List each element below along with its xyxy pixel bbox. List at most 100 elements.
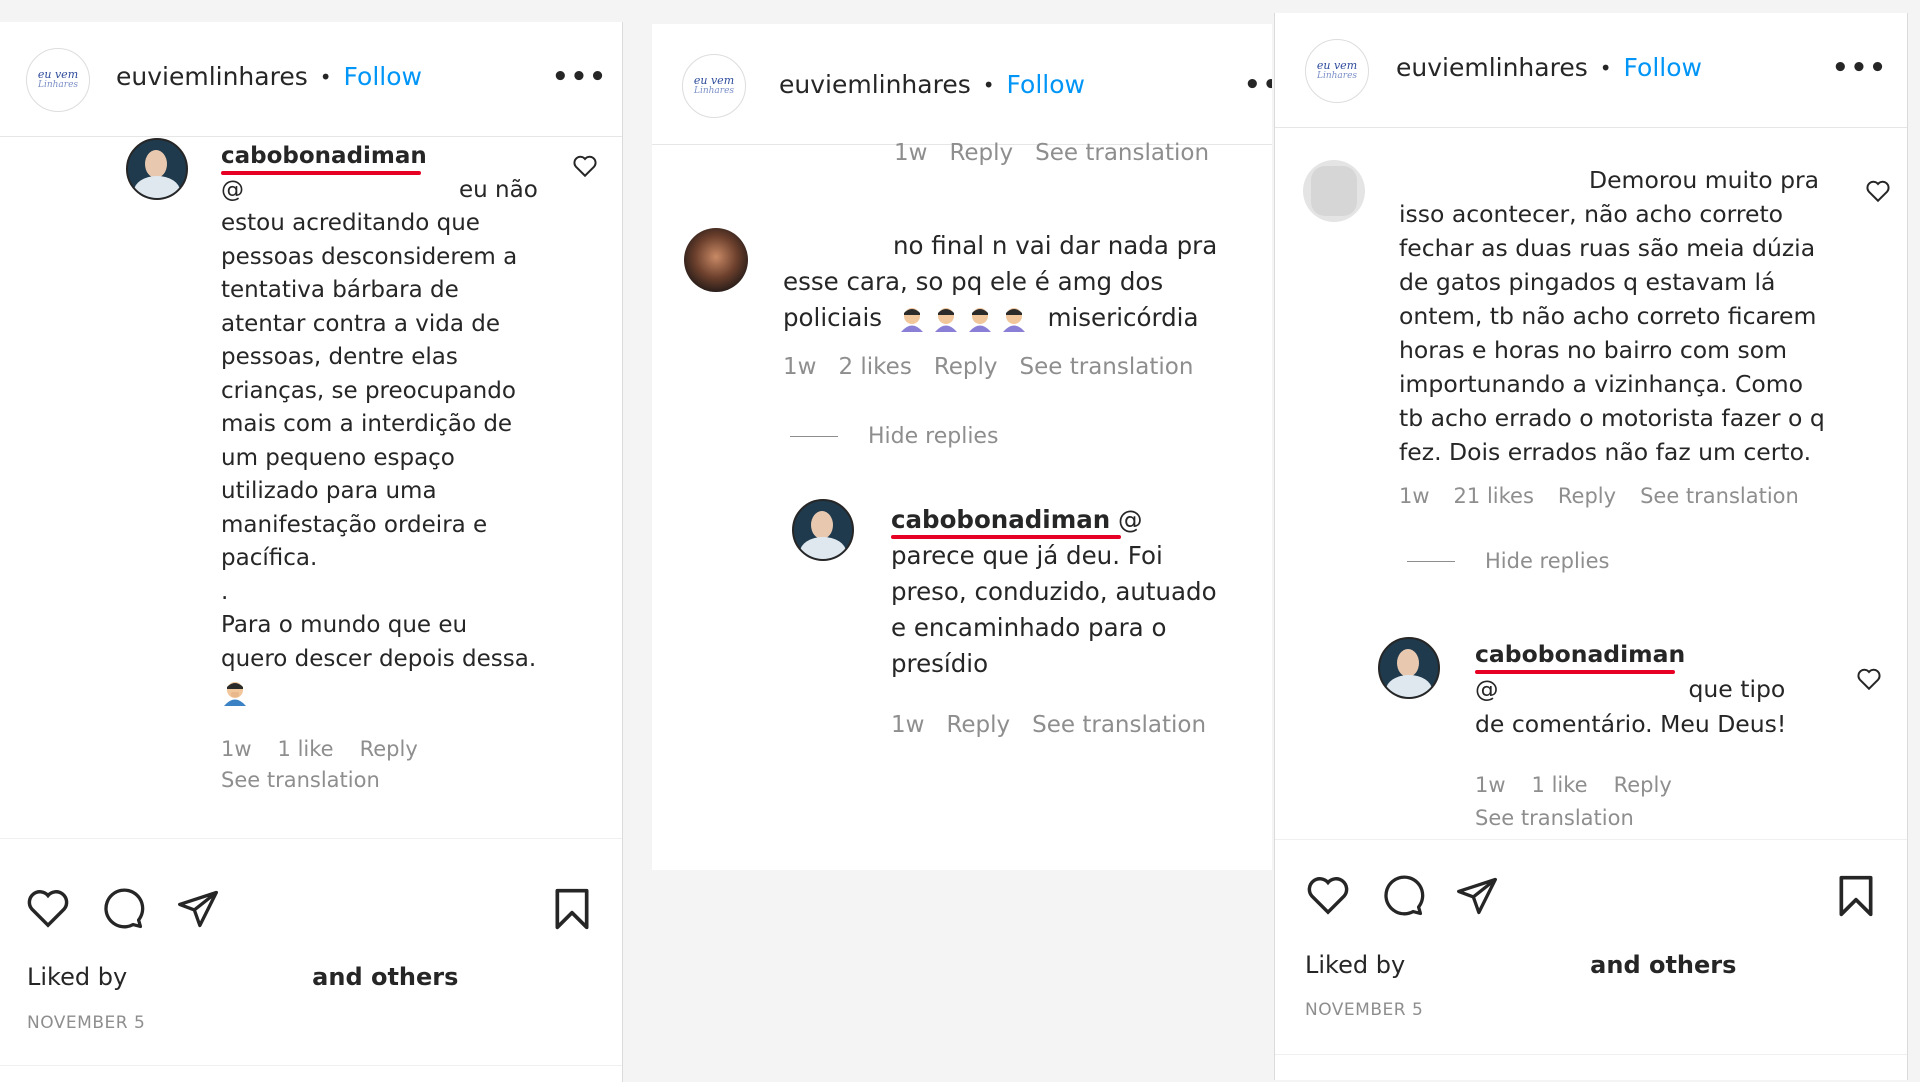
- like-icon[interactable]: [25, 887, 71, 929]
- comment-body: Demorou muito pra isso acontecer, não ac…: [1399, 163, 1869, 469]
- post-author-row: euviemlinhares • Follow: [1396, 53, 1702, 82]
- comment-author-handle[interactable]: cabobonadiman: [221, 143, 427, 169]
- reply-button[interactable]: Reply: [949, 140, 1013, 166]
- comment-line-8: fez. Dois errados não faz um certo.: [1399, 438, 1812, 466]
- post-author-username[interactable]: euviemlinhares: [1396, 53, 1588, 82]
- blurred-avatar[interactable]: [683, 227, 749, 293]
- comment-meta: 1w 1 like Reply: [221, 737, 418, 761]
- comment-meta: 1w 21 likes Reply See translation: [1399, 484, 1799, 508]
- commenter-avatar[interactable]: [792, 499, 854, 561]
- reply-mention[interactable]: @: [1475, 675, 1499, 703]
- comment-line-6: importunando a vizinhança. Como: [1399, 370, 1804, 398]
- more-options-icon[interactable]: •••: [1244, 70, 1272, 100]
- follow-button[interactable]: Follow: [1007, 70, 1085, 99]
- hide-replies-label: Hide replies: [1485, 549, 1610, 573]
- facepalm-emoji-icon: [900, 308, 923, 332]
- comment-mention[interactable]: @: [221, 177, 244, 203]
- like-icon[interactable]: [1305, 874, 1351, 916]
- facepalm-emoji-icon: [224, 681, 246, 706]
- more-options-icon[interactable]: •••: [552, 62, 608, 92]
- reply-mention[interactable]: @: [1118, 505, 1143, 534]
- comment-icon[interactable]: [1381, 874, 1425, 918]
- logo-subtext: Linhares: [693, 86, 735, 96]
- reply-line-3: presídio: [891, 649, 989, 678]
- hide-replies-toggle[interactable]: Hide replies: [1407, 549, 1610, 573]
- comment-line-9: utilizado para uma: [221, 478, 437, 504]
- comment-line-7: tb acho errado o motorista fazer o q: [1399, 404, 1825, 432]
- reply-author-handle[interactable]: cabobonadiman: [891, 505, 1110, 534]
- comment-line-2: policiais: [783, 303, 883, 332]
- comment-like-count[interactable]: 21 likes: [1454, 484, 1534, 508]
- comment-line-4: ontem, tb não acho correto ficarem: [1399, 302, 1817, 330]
- comment-line-0: eu não: [459, 176, 538, 203]
- save-bookmark-icon[interactable]: [1837, 874, 1875, 918]
- comment-icon[interactable]: [101, 887, 145, 931]
- reply-translation-row: See translation: [1475, 806, 1634, 830]
- follow-button[interactable]: Follow: [1624, 53, 1702, 82]
- commenter-avatar[interactable]: [1378, 637, 1440, 699]
- account-logo[interactable]: eu vem Linhares: [1305, 39, 1369, 103]
- post-panel-middle: eu vem Linhares euviemlinhares • Follow …: [652, 24, 1272, 870]
- divider: [1407, 560, 1455, 562]
- reply-time: 1w: [891, 712, 925, 738]
- see-translation-link[interactable]: See translation: [1020, 354, 1194, 380]
- share-icon[interactable]: [176, 887, 220, 931]
- see-translation-link[interactable]: See translation: [1032, 712, 1206, 738]
- comment-line-14: quero descer depois dessa.: [221, 645, 537, 672]
- separator-dot: •: [982, 72, 995, 97]
- reply-body: cabobonadiman @ que tipo de comentário. M…: [1475, 637, 1815, 742]
- share-icon[interactable]: [1455, 874, 1499, 918]
- see-translation-link[interactable]: See translation: [1640, 484, 1799, 508]
- commenter-avatar[interactable]: [126, 138, 188, 200]
- post-author-row: euviemlinhares • Follow: [116, 62, 422, 91]
- comment-tail: misericórdia: [1047, 303, 1199, 332]
- reply-meta: 1w 1 like Reply: [1475, 773, 1672, 797]
- follow-button[interactable]: Follow: [344, 62, 422, 91]
- reply-line-2: e encaminhado para o: [891, 613, 1167, 642]
- comment-like-count[interactable]: 1 like: [278, 737, 334, 761]
- facepalm-emoji-icon: [1002, 308, 1025, 332]
- comment-like-icon[interactable]: [1856, 667, 1882, 691]
- reply-button[interactable]: Reply: [1558, 484, 1616, 508]
- comment-line-5: horas e horas no bairro com som: [1399, 336, 1788, 364]
- post-author-row: euviemlinhares • Follow: [779, 70, 1085, 99]
- account-logo[interactable]: eu vem Linhares: [26, 48, 90, 112]
- comment-line-1: esse cara, so pq ele é amg dos: [783, 267, 1164, 296]
- blurred-avatar[interactable]: [1303, 160, 1365, 222]
- account-logo[interactable]: eu vem Linhares: [682, 54, 746, 118]
- comment-like-icon[interactable]: [572, 154, 598, 178]
- handle-underline: [221, 171, 421, 175]
- save-bookmark-icon[interactable]: [553, 887, 591, 931]
- post-header: eu vem Linhares euviemlinhares • Follow …: [652, 24, 1272, 145]
- post-author-username[interactable]: euviemlinhares: [116, 62, 308, 91]
- liked-by-label: Liked by: [27, 963, 128, 991]
- logo-text: eu vem: [1316, 59, 1358, 72]
- see-translation-link[interactable]: See translation: [1035, 140, 1209, 166]
- reply-time: 1w: [1475, 773, 1506, 797]
- see-translation-link[interactable]: See translation: [221, 768, 380, 792]
- comment-line-4: atentar contra a vida de: [221, 310, 501, 337]
- comment-time: 1w: [894, 140, 928, 166]
- post-date: NOVEMBER 5: [1305, 1000, 1424, 1020]
- hide-replies-toggle[interactable]: Hide replies: [790, 424, 998, 449]
- see-translation-link[interactable]: See translation: [1475, 806, 1634, 830]
- reply-button[interactable]: Reply: [1614, 773, 1672, 797]
- previous-comment-meta: 1w Reply See translation: [894, 140, 1209, 166]
- liked-by-others[interactable]: and others: [1590, 951, 1736, 979]
- reply-button[interactable]: Reply: [934, 354, 998, 380]
- comment-line-6: crianças, se preocupando: [221, 377, 516, 404]
- reply-like-count[interactable]: 1 like: [1532, 773, 1588, 797]
- comment-like-count[interactable]: 2 likes: [838, 354, 911, 380]
- reply-author-handle[interactable]: cabobonadiman: [1475, 640, 1685, 668]
- comment-line-12: .: [221, 578, 229, 605]
- separator-dot: •: [1599, 55, 1612, 80]
- reply-button[interactable]: Reply: [946, 712, 1010, 738]
- comment-time: 1w: [221, 737, 252, 761]
- more-options-icon[interactable]: •••: [1832, 53, 1888, 83]
- comment-meta: 1w 2 likes Reply See translation: [783, 354, 1193, 380]
- post-author-username[interactable]: euviemlinhares: [779, 70, 971, 99]
- liked-by-others[interactable]: and others: [312, 963, 458, 991]
- comment-like-icon[interactable]: [1865, 179, 1891, 203]
- comment-line-11: pacífica.: [221, 545, 318, 571]
- reply-button[interactable]: Reply: [360, 737, 418, 761]
